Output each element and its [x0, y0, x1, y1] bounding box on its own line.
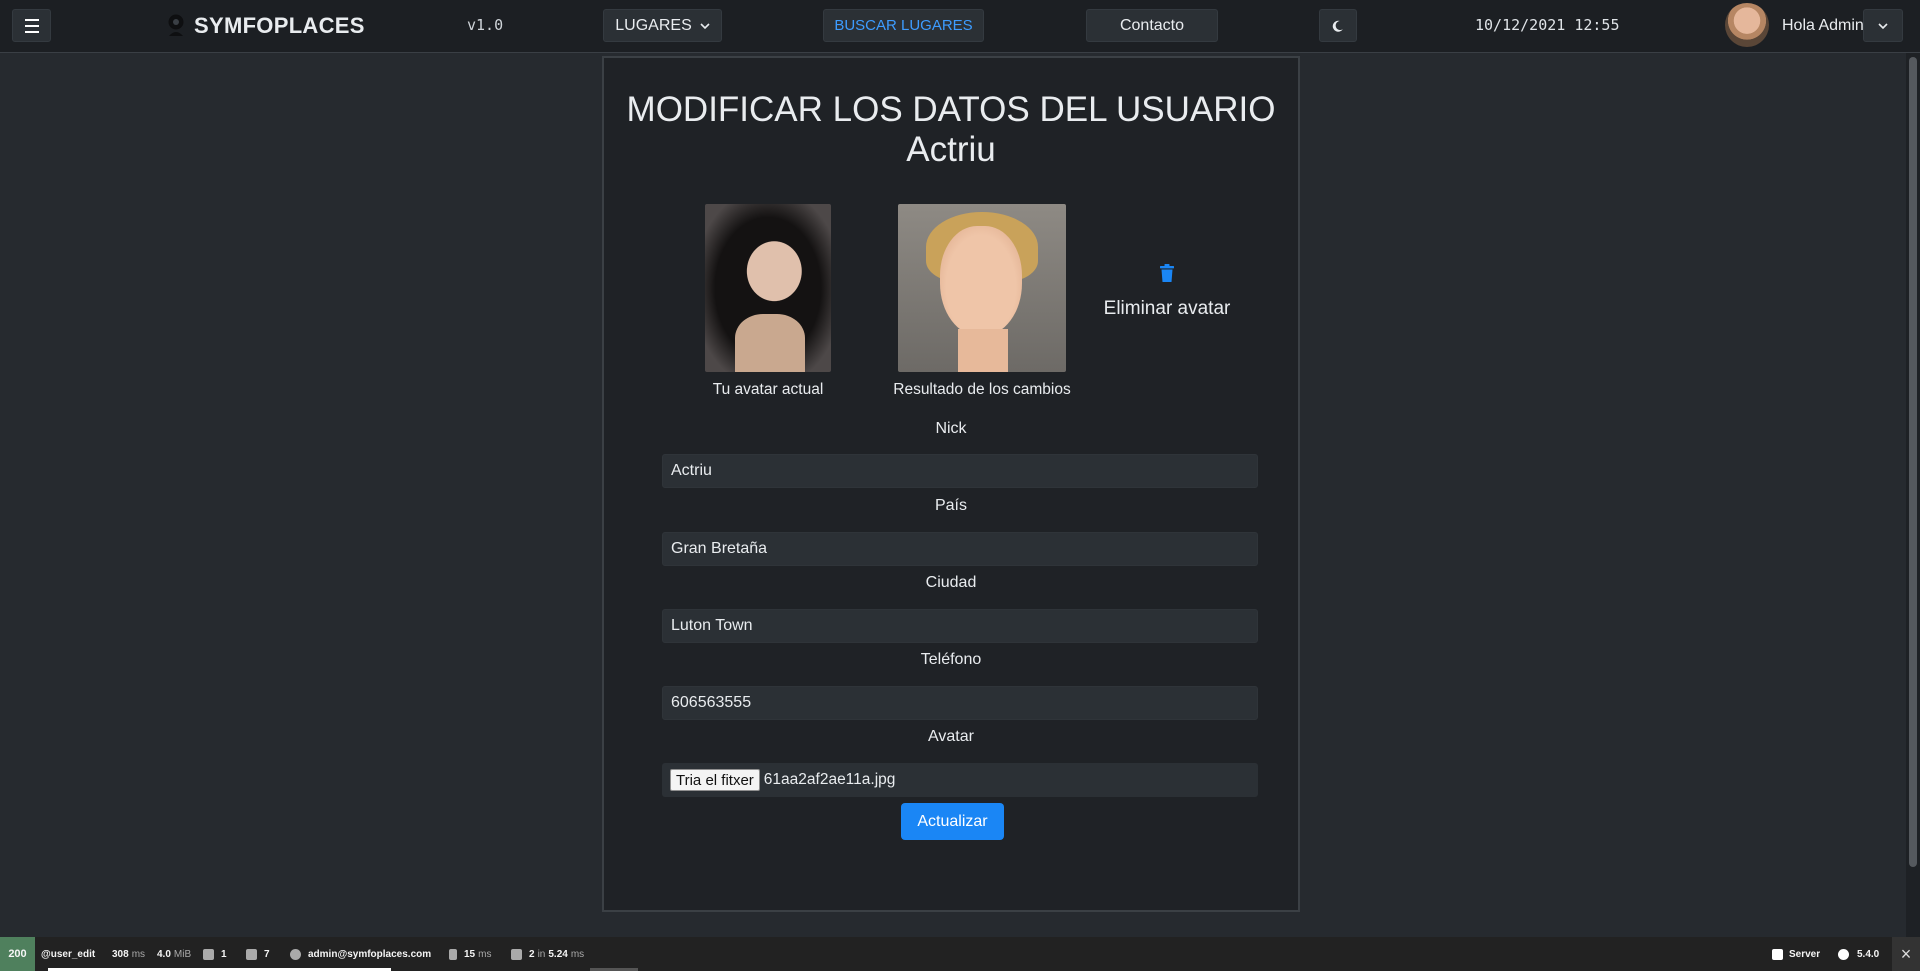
- result-avatar-image: [898, 204, 1066, 372]
- scrollbar-thumb[interactable]: [1909, 57, 1917, 867]
- request-time-unit: ms: [131, 948, 146, 960]
- page-title: MODIFICAR LOS DATOS DEL USUARIO Actriu: [626, 90, 1276, 169]
- telefono-label: Teléfono: [920, 651, 982, 668]
- request-time-value: 308: [112, 948, 129, 960]
- doctrine-panel[interactable]: 2 in 5.24 ms: [511, 937, 584, 971]
- query-count: 2: [529, 948, 535, 960]
- user-icon: [290, 948, 301, 960]
- lugares-label: LUGARES: [615, 16, 692, 34]
- user-avatar[interactable]: [1725, 3, 1769, 47]
- security-panel[interactable]: admin@symfoplaces.com: [290, 937, 431, 971]
- memory-usage[interactable]: 4.0 MiB: [157, 937, 191, 971]
- brand-name: SYMFOPLACES: [194, 13, 365, 38]
- map-pin-icon: [168, 14, 184, 36]
- edit-user-card: MODIFICAR LOS DATOS DEL USUARIO Actriu T…: [602, 56, 1300, 912]
- current-avatar-caption: Tu avatar actual: [712, 381, 824, 398]
- avatar-file-input[interactable]: Tria el fitxer 61aa2af2ae11a.jpg: [662, 763, 1258, 797]
- ciudad-input[interactable]: [662, 609, 1258, 643]
- choose-file-button[interactable]: Tria el fitxer: [670, 769, 760, 791]
- pais-label: País: [934, 497, 967, 514]
- warning-icon: [246, 948, 257, 960]
- delete-avatar-link[interactable]: Eliminar avatar: [1094, 298, 1240, 320]
- route-name[interactable]: @user_edit: [41, 937, 95, 971]
- avatar-label: Avatar: [928, 728, 974, 745]
- status-code-badge[interactable]: 200: [0, 937, 35, 971]
- memory-unit: MiB: [173, 948, 192, 960]
- close-icon[interactable]: ×: [1892, 937, 1920, 971]
- user-menu-button[interactable]: [1863, 9, 1903, 42]
- telefono-input[interactable]: [662, 686, 1258, 720]
- contacto-button[interactable]: Contacto: [1086, 9, 1218, 42]
- query-in: in: [537, 948, 546, 960]
- chevron-down-icon: [700, 22, 710, 29]
- current-datetime: 10/12/2021 12:55: [1475, 16, 1620, 34]
- top-navbar: SYMFOPLACES v1.0 LUGARES BUSCAR LUGARES …: [0, 0, 1920, 53]
- hamburger-icon: [24, 17, 39, 35]
- chevron-down-icon: [1878, 22, 1888, 29]
- security-user: admin@symfoplaces.com: [308, 948, 432, 960]
- symfony-version-panel[interactable]: 5.4.0: [1838, 937, 1879, 971]
- memory-value: 4.0: [157, 948, 171, 960]
- twig-icon: [449, 948, 457, 960]
- server-panel[interactable]: Server: [1772, 937, 1820, 971]
- nick-label: Nick: [935, 420, 967, 437]
- query-unit: ms: [570, 948, 585, 960]
- server-label: Server: [1789, 948, 1821, 960]
- symfony-logo-icon: [1838, 948, 1849, 960]
- twig-panel[interactable]: 15 ms: [449, 937, 491, 971]
- debug-toolbar: 200 @user_edit 308 ms 4.0 MiB 1 7 admin@…: [0, 937, 1920, 971]
- theme-toggle-button[interactable]: [1319, 9, 1357, 42]
- database-icon: [511, 948, 522, 960]
- selected-file-name: 61aa2af2ae11a.jpg: [763, 771, 896, 788]
- logs-panel[interactable]: 7: [246, 937, 270, 971]
- symfony-version: 5.4.0: [1857, 948, 1880, 960]
- forms-panel[interactable]: 1: [203, 937, 227, 971]
- nick-input[interactable]: [662, 454, 1258, 488]
- pais-input[interactable]: [662, 532, 1258, 566]
- lugares-dropdown[interactable]: LUGARES: [603, 9, 722, 42]
- request-time[interactable]: 308 ms: [112, 937, 145, 971]
- current-avatar-image: [705, 204, 831, 372]
- buscar-lugares-button[interactable]: BUSCAR LUGARES: [823, 9, 984, 42]
- moon-icon: [1332, 20, 1343, 32]
- ciudad-label: Ciudad: [925, 574, 977, 591]
- twig-time: 15: [464, 948, 476, 960]
- form-icon: [203, 948, 214, 960]
- symfony-icon: [1772, 948, 1783, 960]
- twig-unit: ms: [478, 948, 492, 960]
- forms-count: 1: [221, 948, 227, 960]
- user-greeting[interactable]: Hola Admin: [1782, 17, 1864, 35]
- update-button[interactable]: Actualizar: [901, 803, 1004, 840]
- result-avatar-caption: Resultado de los cambios: [893, 381, 1071, 398]
- app-version: v1.0: [467, 16, 504, 34]
- menu-toggle-button[interactable]: [12, 9, 51, 42]
- brand-link[interactable]: SYMFOPLACES: [166, 12, 365, 40]
- trash-icon[interactable]: [1157, 263, 1177, 283]
- logs-count: 7: [264, 948, 270, 960]
- query-time: 5.24: [548, 948, 568, 960]
